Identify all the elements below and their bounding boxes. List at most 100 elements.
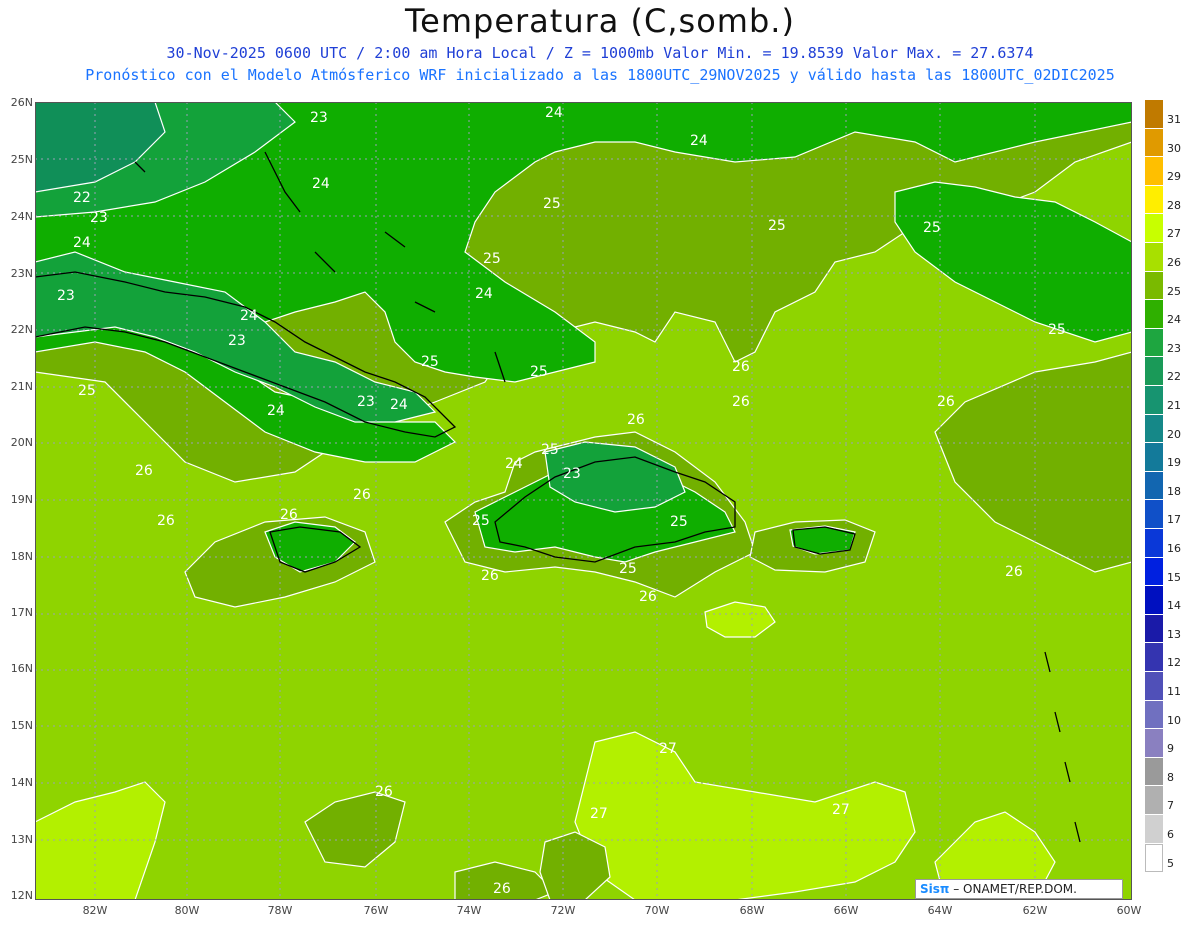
- colorbar-cell: [1145, 815, 1163, 844]
- lon-label: 78W: [267, 904, 293, 917]
- lon-label: 82W: [82, 904, 108, 917]
- colorbar-cell: [1145, 414, 1163, 444]
- colorbar-label: 25: [1167, 284, 1181, 298]
- lon-label: 74W: [456, 904, 482, 917]
- colorbar-label: 12: [1167, 656, 1181, 670]
- colorbar-label: 19: [1167, 456, 1181, 470]
- contour-label: 26: [732, 359, 750, 375]
- contour-label: 24: [240, 308, 258, 324]
- temperature-map: 23 24 24 22 23 24 24 23 25 24 25 23 24 2…: [35, 102, 1132, 900]
- contour-label: 25: [483, 251, 501, 267]
- colorbar-label: 6: [1167, 828, 1174, 841]
- contour-label: 23: [563, 466, 581, 482]
- model-info-subtitle: Pronóstico con el Modelo Atmósferico WRF…: [85, 66, 1115, 84]
- colorbar-cell: [1145, 157, 1163, 186]
- colorbar: [1145, 100, 1163, 873]
- lon-label: 64W: [927, 904, 953, 917]
- lat-label: 18N: [10, 550, 33, 563]
- contour-label: 23: [357, 394, 375, 410]
- contour-label: 22: [73, 190, 91, 206]
- colorbar-label: 27: [1167, 227, 1181, 241]
- contour-label: 26: [639, 589, 657, 605]
- colorbar-label: 24: [1167, 313, 1181, 327]
- contour-label: 26: [135, 463, 153, 479]
- colorbar-cell: [1145, 185, 1163, 215]
- colorbar-cell: [1145, 729, 1163, 758]
- colorbar-cell: [1145, 672, 1163, 701]
- lat-label: 12N: [10, 889, 33, 902]
- map-title: Temperatura (C,somb.): [405, 2, 795, 40]
- lat-label: 15N: [10, 719, 33, 732]
- contour-label: 27: [659, 741, 677, 757]
- colorbar-label: 15: [1167, 570, 1181, 584]
- contour-label: 23: [228, 333, 246, 349]
- colorbar-cell: [1145, 328, 1163, 358]
- colorbar-cell: [1145, 757, 1163, 787]
- contour-label: 27: [590, 806, 608, 822]
- contour-label: 25: [472, 513, 490, 529]
- colorbar-label: 13: [1167, 627, 1181, 641]
- contour-label: 26: [937, 394, 955, 410]
- contour-label: 26: [280, 507, 298, 523]
- map-canvas: 23 24 24 22 23 24 24 23 25 24 25 23 24 2…: [35, 102, 1132, 900]
- lon-label: 80W: [174, 904, 200, 917]
- lat-label: 17N: [10, 606, 33, 619]
- lat-label: 24N: [10, 210, 33, 223]
- colorbar-label: 10: [1167, 713, 1181, 727]
- contour-label: 24: [73, 235, 91, 251]
- colorbar-label: 9: [1167, 742, 1174, 756]
- contour-label: 26: [353, 487, 371, 503]
- colorbar-cell: [1145, 128, 1163, 158]
- lat-label: 21N: [10, 380, 33, 393]
- lon-label: 68W: [739, 904, 765, 917]
- lat-label: 26N: [10, 96, 33, 109]
- colorbar-cell: [1145, 300, 1163, 329]
- contour-label: 24: [390, 397, 408, 413]
- colorbar-label: 28: [1167, 198, 1181, 212]
- lon-label: 72W: [550, 904, 576, 917]
- colorbar-cell: [1145, 586, 1163, 615]
- colorbar-label: 14: [1167, 599, 1181, 613]
- contour-label: 26: [157, 513, 175, 529]
- contour-label: 25: [541, 442, 559, 458]
- contour-label: 25: [670, 514, 688, 530]
- colorbar-cell: [1145, 843, 1163, 873]
- colorbar-cell: [1145, 557, 1163, 587]
- contour-label: 23: [90, 210, 108, 226]
- colorbar-label: 18: [1167, 484, 1181, 498]
- colorbar-cell: [1145, 100, 1163, 129]
- colorbar-label: 17: [1167, 513, 1181, 527]
- contour-label: 25: [1048, 322, 1066, 338]
- colorbar-label: 26: [1167, 256, 1181, 269]
- lon-label: 60W: [1116, 904, 1142, 917]
- brand-label: Sisπ: [920, 882, 950, 896]
- contour-label: 26: [481, 568, 499, 584]
- colorbar-cell: [1145, 500, 1163, 529]
- colorbar-cell: [1145, 214, 1163, 243]
- org-label: – ONAMET/REP.DOM.: [953, 882, 1077, 896]
- contour-label: 25: [530, 364, 548, 380]
- contour-label: 24: [545, 105, 563, 121]
- colorbar-cell: [1145, 614, 1163, 644]
- colorbar-label: 31: [1167, 113, 1181, 126]
- contour-label: 24: [312, 176, 330, 192]
- lon-label: 66W: [833, 904, 859, 917]
- valid-time-subtitle: 30-Nov-2025 0600 UTC / 2:00 am Hora Loca…: [166, 44, 1034, 62]
- colorbar-cell: [1145, 386, 1163, 415]
- contour-label: 25: [619, 561, 637, 577]
- lon-label: 76W: [363, 904, 389, 917]
- contour-label: 24: [267, 403, 285, 419]
- lat-label: 22N: [10, 323, 33, 336]
- contour-label: 25: [543, 196, 561, 212]
- colorbar-label: 11: [1167, 685, 1181, 698]
- colorbar-cell: [1145, 700, 1163, 730]
- lon-label: 70W: [644, 904, 670, 917]
- contour-label: 25: [923, 220, 941, 236]
- contour-label: 23: [57, 288, 75, 304]
- contour-label: 26: [375, 784, 393, 800]
- contour-label: 23: [310, 110, 328, 126]
- contour-label: 25: [768, 218, 786, 234]
- colorbar-label: 22: [1167, 370, 1181, 384]
- lat-label: 19N: [10, 493, 33, 506]
- lat-label: 14N: [10, 776, 33, 789]
